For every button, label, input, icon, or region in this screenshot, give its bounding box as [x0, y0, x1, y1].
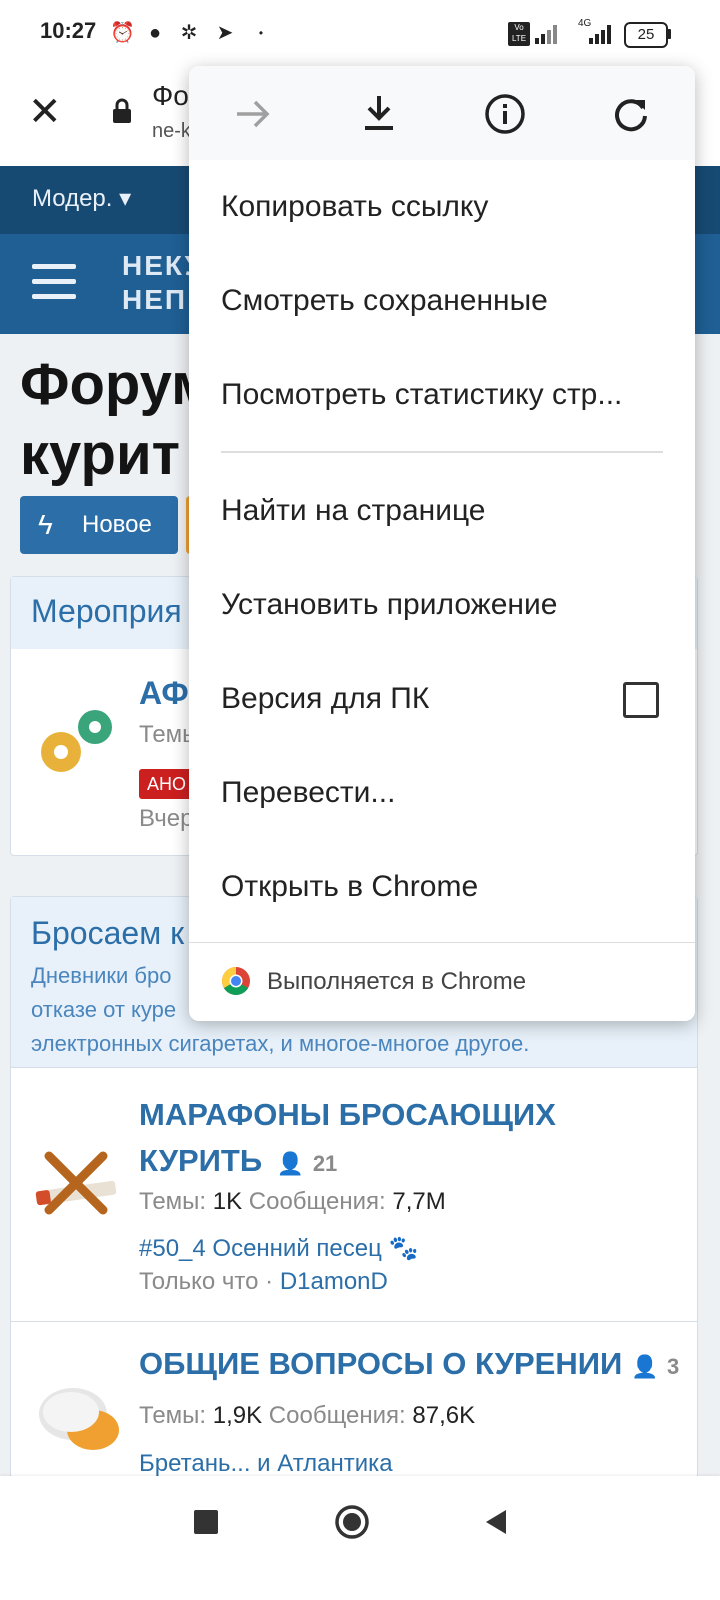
speech-bubbles-icon [39, 1388, 119, 1450]
menu-item-find-in-page[interactable]: Найти на странице [221, 494, 486, 528]
menu-item-open-in-chrome[interactable]: Открыть в Chrome [221, 870, 478, 904]
moderator-menu[interactable]: Модер. ▾ [32, 184, 131, 213]
forum-node: ОБЩИЕ ВОПРОСЫ О КУРЕНИИ 👤 3 Темы: 1,9K С… [11, 1321, 697, 1502]
menu-item-page-stats[interactable]: Посмотреть статистику стр... [221, 378, 622, 412]
new-posts-label: Новое [82, 511, 152, 538]
threads-count: 1K [212, 1188, 243, 1215]
posts-count: 7,7M [392, 1188, 446, 1215]
system-navigation-bar [0, 1476, 720, 1600]
node-stats: Темы: 1,9K Сообщения: 87,6K [139, 1402, 475, 1430]
category-title: Мероприя [31, 593, 182, 629]
battery-indicator: 25 [624, 22, 668, 48]
users-icon: 👤 [630, 1354, 659, 1379]
category-desc-line: электронных сигаретах, и многое-многое д… [31, 1031, 530, 1056]
page-url[interactable]: ne-k [152, 120, 191, 143]
logo-line-2: НЕП [122, 284, 188, 315]
desktop-site-checkbox[interactable] [623, 682, 659, 718]
node-title-line: МАРАФОНЫ БРОСАЮЩИХ [139, 1097, 556, 1132]
node-title[interactable]: ОБЩИЕ ВОПРОСЫ О КУРЕНИИ 👤 3 [139, 1346, 679, 1382]
clock: 10:27 [40, 18, 97, 43]
menu-divider [221, 451, 663, 453]
last-thread-link[interactable]: Бретань... и Атлантика [139, 1450, 393, 1478]
signal-2-icon [589, 25, 611, 44]
threads-label: Темы: [139, 1402, 207, 1429]
alarm-icon: ⏰ [110, 22, 135, 44]
volte-icon: Vo LTE [508, 22, 530, 46]
chrome-icon [222, 967, 250, 995]
no-smoking-icon [35, 1151, 117, 1215]
node-title[interactable]: МАРАФОНЫ БРОСАЮЩИХ КУРИТЬ 👤 21 [139, 1092, 556, 1187]
lightning-icon: ϟ [38, 509, 53, 540]
menu-item-translate[interactable]: Перевести... [221, 776, 395, 810]
signal-icon [535, 25, 557, 44]
users-count: 21 [312, 1151, 338, 1176]
home-icon[interactable] [334, 1504, 370, 1540]
reload-icon[interactable] [607, 90, 655, 138]
status-bar: 10:27 ⏰ ● ✲ ➤ • Vo LTE 4G 25 [0, 0, 720, 70]
hamburger-menu-icon[interactable] [32, 264, 76, 304]
telegram-icon: ➤ [216, 22, 234, 44]
menu-item-saved[interactable]: Смотреть сохраненные [221, 284, 548, 318]
back-icon[interactable] [482, 1506, 510, 1538]
menu-item-desktop-site[interactable]: Версия для ПК [221, 682, 429, 716]
category-title: Бросаем к [31, 915, 185, 951]
node-stats: Темы: 1K Сообщения: 7,7M [139, 1188, 446, 1216]
gears-icon [41, 710, 112, 772]
node-title-line: КУРИТЬ [139, 1143, 263, 1178]
page-title[interactable]: Фо [152, 80, 189, 112]
forum-node: МАРАФОНЫ БРОСАЮЩИХ КУРИТЬ 👤 21 Темы: 1K … [11, 1067, 697, 1322]
page-heading: Форум курит [20, 350, 214, 490]
node-meta: Темь [139, 721, 195, 748]
running-in-chrome-label: Выполняется в Chrome [267, 968, 527, 995]
node-title[interactable]: АФ [139, 675, 189, 712]
node-title-text: ОБЩИЕ ВОПРОСЫ О КУРЕНИИ [139, 1346, 623, 1381]
last-post-date: Вчер [139, 805, 194, 832]
info-icon[interactable] [481, 90, 529, 138]
battery-tip [667, 29, 671, 39]
posts-label: Сообщения: [248, 1188, 386, 1215]
users-icon: 👤 [276, 1151, 305, 1176]
forward-icon[interactable] [229, 90, 277, 138]
last-post-user-link[interactable]: D1amonD [280, 1268, 388, 1295]
more-notifications-icon: • [258, 26, 264, 40]
posts-label: Сообщения: [268, 1402, 406, 1429]
recents-stop-icon[interactable] [194, 1510, 218, 1534]
menu-footer-divider [189, 942, 695, 943]
posts-count: 87,6K [412, 1402, 476, 1429]
threads-count: 1,9K [212, 1402, 263, 1429]
page-heading-line-2: курит [20, 422, 181, 487]
users-count: 3 [666, 1354, 680, 1379]
close-icon[interactable]: ✕ [28, 92, 68, 132]
menu-item-copy-link[interactable]: Копировать ссылку [221, 190, 488, 224]
lock-icon [113, 98, 131, 123]
browser-overflow-menu: Копировать ссылку Смотреть сохраненные П… [189, 66, 695, 1021]
threads-label: Темы: [139, 1188, 207, 1215]
notification-icon: ✲ [180, 22, 198, 44]
menu-icon-row [189, 66, 695, 160]
menu-item-install-app[interactable]: Установить приложение [221, 588, 557, 622]
download-icon[interactable] [355, 90, 403, 138]
last-thread-link[interactable]: #50_4 Осенний песец 🐾 [139, 1234, 418, 1263]
last-post-info: Только что · D1amonD [139, 1268, 388, 1296]
new-posts-button[interactable]: ϟ Новое [20, 496, 178, 554]
last-post-time: Только что · [139, 1268, 274, 1295]
page-heading-line-1: Форум [20, 352, 214, 417]
app-notification-icon: ● [148, 22, 162, 44]
